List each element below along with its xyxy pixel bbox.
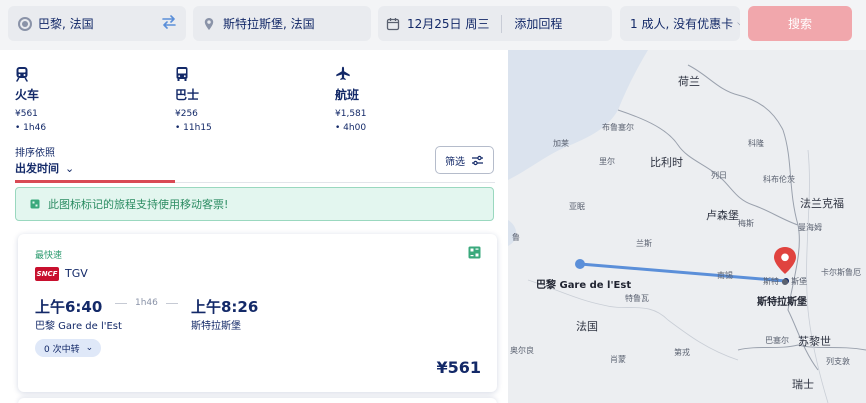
- banner-text: 此图标标记的旅程支持使用移动客票!: [48, 198, 229, 211]
- map-label: 兰斯: [636, 239, 652, 248]
- duration-line: [115, 302, 127, 304]
- map-label: 亚眠: [569, 202, 585, 211]
- map-label: 列日: [711, 171, 727, 180]
- map-label: 特鲁瓦: [625, 294, 649, 303]
- fastest-badge: 最快速: [35, 251, 63, 261]
- transfers-pill[interactable]: 0 次中转 ⌄: [35, 339, 102, 357]
- origin-field[interactable]: 巴黎, 法国: [8, 6, 186, 41]
- map-label: 比利时: [650, 156, 683, 169]
- mobile-ticket-banner: 此图标标记的旅程支持使用移动客票!: [15, 187, 494, 221]
- strasbourg-label: 斯特拉斯堡: [757, 297, 807, 308]
- tab-train[interactable]: 火车 ¥561 • 1h46: [15, 66, 175, 135]
- journey-card[interactable]: 最快速 SNCF TGV 上午6:40 1h46 上午8:26 巴黎 Gare …: [18, 234, 497, 392]
- destination-field[interactable]: 斯特拉斯堡, 法国: [193, 6, 371, 41]
- journey-duration: 1h46: [107, 298, 186, 308]
- map-label: 奥尔良: [510, 346, 534, 355]
- passengers-field[interactable]: 1 成人, 没有优惠卡 ⌵: [620, 6, 740, 41]
- tab-flight[interactable]: 航班 ¥1,581 • 4h00: [335, 66, 495, 135]
- mode-duration: • 1h46: [15, 123, 47, 133]
- passengers-value: 1 成人, 没有优惠卡: [630, 17, 734, 31]
- map-label: 斯特 ● 斯堡: [763, 277, 808, 286]
- bus-icon: [175, 66, 335, 82]
- chevron-down-icon: ⌄: [85, 343, 94, 353]
- mobile-ticket-icon: [468, 246, 481, 259]
- mode-duration: • 11h15: [175, 123, 212, 133]
- next-journey-card[interactable]: [18, 398, 497, 403]
- arrival-time: 上午8:26: [191, 298, 259, 316]
- route-map[interactable]: 荷兰 布鲁塞尔 比利时 里尔 加莱 列日 科隆 科布伦茨 卢森堡 法兰克福 亚眠…: [508, 50, 866, 403]
- duration-line: [165, 302, 178, 304]
- map-label: 苏黎世: [798, 335, 831, 348]
- sort-dropdown[interactable]: 出发时间 ⌄: [15, 160, 74, 176]
- origin-value: 巴黎, 法国: [38, 17, 94, 31]
- map-label: 法兰克福: [800, 197, 844, 210]
- map-label: 列支敦: [826, 357, 850, 366]
- destination-value: 斯特拉斯堡, 法国: [223, 17, 315, 31]
- map-label: 梅斯: [738, 219, 754, 228]
- map-label: 布鲁塞尔: [602, 123, 634, 132]
- sort-label: 排序依照: [15, 148, 55, 159]
- mode-price: ¥561: [15, 109, 38, 119]
- date-field[interactable]: 12月25日 周三 添加回程: [378, 6, 612, 41]
- map-label: 科隆: [748, 139, 764, 148]
- map-label: 卢森堡: [706, 209, 739, 222]
- date-divider: [501, 14, 503, 33]
- map-label: 法国: [576, 320, 598, 333]
- map-label: 第戎: [674, 348, 690, 357]
- mode-price: ¥256: [175, 109, 198, 119]
- train-icon: [15, 66, 175, 82]
- map-label: 巴塞尔: [765, 336, 789, 345]
- map-label: 曼海姆: [798, 223, 822, 232]
- map-label: 里尔: [599, 157, 615, 166]
- sliders-icon: [472, 155, 483, 165]
- swap-icon[interactable]: [158, 13, 180, 35]
- departure-station: 巴黎 Gare de l'Est: [35, 321, 122, 332]
- mobile-ticket-icon: [30, 199, 40, 209]
- search-button[interactable]: 搜索: [748, 6, 852, 41]
- search-bar: 巴黎, 法国 斯特拉斯堡, 法国 12月25日 周三 添加回程 1 成人, 没有…: [0, 0, 866, 50]
- chevron-down-icon: ⌄: [65, 162, 75, 175]
- map-label: 科布伦茨: [763, 175, 795, 184]
- map-label: 肖蒙: [610, 355, 626, 364]
- mode-name: 火车: [15, 88, 40, 102]
- plane-icon: [335, 66, 495, 82]
- map-label: 南锡: [717, 271, 733, 280]
- origin-icon: [18, 16, 32, 31]
- results-panel: 火车 ¥561 • 1h46 巴士 ¥256 • 11h15 航班 ¥1,581…: [0, 50, 508, 403]
- chevron-down-icon: ⌵: [737, 16, 740, 31]
- filter-button[interactable]: 筛选: [435, 146, 494, 174]
- mode-price: ¥1,581: [335, 109, 367, 119]
- filter-label: 筛选: [445, 156, 465, 168]
- departure-time: 上午6:40: [35, 298, 103, 316]
- journey-price: ¥561: [436, 358, 481, 377]
- sort-value: 出发时间: [15, 162, 59, 175]
- duration-value: 1h46: [135, 298, 158, 308]
- mode-name: 巴士: [175, 88, 200, 102]
- tab-bus[interactable]: 巴士 ¥256 • 11h15: [175, 66, 335, 135]
- operator-name: TGV: [65, 267, 88, 280]
- transfers-value: 0 次中转: [44, 344, 80, 355]
- map-label: 荷兰: [678, 75, 700, 88]
- calendar-icon: [386, 17, 400, 30]
- map-label: 加莱: [553, 139, 569, 148]
- map-label: 瑞士: [792, 378, 814, 391]
- mode-name: 航班: [335, 88, 360, 102]
- arrival-station: 斯特拉斯堡: [191, 321, 241, 332]
- paris-station-label: 巴黎 Gare de l'Est: [536, 280, 632, 291]
- add-return-link[interactable]: 添加回程: [514, 15, 562, 32]
- departure-date: 12月25日 周三: [407, 17, 490, 31]
- map-label: 卡尔斯鲁厄: [821, 268, 861, 277]
- mode-duration: • 4h00: [335, 123, 367, 133]
- active-tab-indicator: [15, 180, 175, 183]
- location-pin-icon: [204, 17, 214, 30]
- map-label: 鲁: [512, 233, 520, 242]
- sncf-logo: SNCF: [35, 267, 59, 281]
